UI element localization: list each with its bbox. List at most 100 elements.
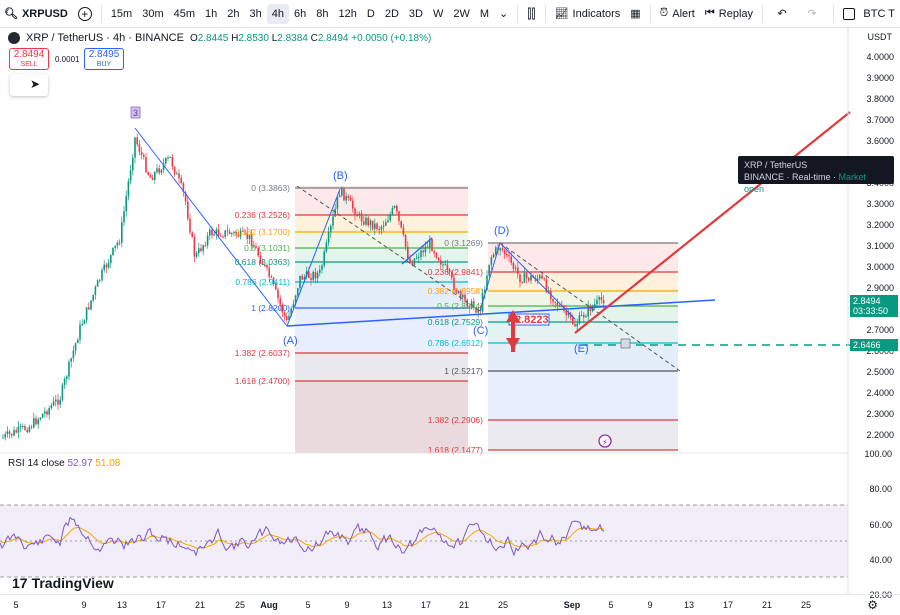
- compare-symbol-toggle[interactable]: BTC T: [838, 0, 900, 28]
- rsi-value: 52.97: [67, 458, 93, 469]
- candle-body: [286, 316, 288, 321]
- symbol-search-button[interactable]: 🔍︎ XRPUSD: [0, 0, 73, 28]
- alarm-clock-icon: ⏰︎: [659, 7, 669, 19]
- interval-8h[interactable]: 8h: [311, 0, 333, 28]
- search-icon: 🔍︎: [4, 8, 18, 20]
- symbol-label: XRPUSD: [21, 7, 68, 20]
- open-value: 2.8445: [197, 32, 229, 44]
- spread-value: 0.0001: [55, 55, 80, 64]
- indicators-button[interactable]: 📈︎ Indicators: [550, 0, 626, 28]
- interval-3h[interactable]: 3h: [245, 0, 267, 28]
- divider: [517, 4, 519, 23]
- interval-d[interactable]: D: [362, 0, 380, 28]
- candle-body: [24, 425, 26, 430]
- current-price: 2.8494: [853, 296, 881, 306]
- cursor-tool-button[interactable]: ➤: [10, 74, 48, 96]
- candle-body: [121, 222, 123, 243]
- rsi-axis-label: 100.00: [864, 449, 892, 459]
- candle-body: [171, 156, 174, 167]
- candle-body: [68, 361, 70, 377]
- candle-body: [552, 299, 554, 302]
- candle-body: [138, 144, 141, 153]
- price-axis[interactable]: USDT 4.00003.90003.80003.70003.60003.500…: [848, 28, 900, 459]
- candle-body: [222, 236, 224, 238]
- rsi-legend[interactable]: RSI 14 close 52.97 51.08: [8, 458, 120, 469]
- candle-body: [123, 211, 125, 223]
- chart-type-button[interactable]: ⫿⫿: [522, 0, 540, 28]
- candle-body: [149, 174, 152, 178]
- fib2-level-label: 0.5 (2.8244): [437, 301, 483, 311]
- replay-button[interactable]: ⏮︎ Replay: [700, 0, 758, 28]
- candle-body: [314, 271, 317, 279]
- candle-body: [367, 217, 369, 226]
- candle-body: [151, 177, 154, 180]
- candle-body: [556, 302, 559, 306]
- interval-15m[interactable]: 15m: [106, 0, 137, 28]
- chart-legend: XRP / TetherUS · 4h · BINANCE O2.8445 H2…: [8, 32, 431, 44]
- redo-button[interactable]: ↷: [797, 0, 827, 28]
- candle-body: [44, 411, 46, 414]
- interval-30m[interactable]: 30m: [137, 0, 168, 28]
- fib1-zone: [295, 353, 468, 381]
- time-axis-label: 5: [608, 600, 614, 610]
- candle-body: [206, 235, 209, 246]
- price-chart[interactable]: 2.8223 (A) (B) (C) (D) (E) 3 0 (3.3863)0…: [0, 28, 900, 594]
- time-axis[interactable]: 5 9 13 17 21 25 Aug 5 9 13 17 21 25 Sep 5 9 13 17 21 25 ⚙: [0, 594, 900, 615]
- candle-body: [92, 294, 94, 301]
- open-key: O: [189, 32, 198, 44]
- candle-body: [4, 434, 6, 438]
- interval-2w[interactable]: 2W: [448, 0, 475, 28]
- tradingview-logo[interactable]: 17 TradingView: [12, 575, 114, 591]
- layouts-button[interactable]: ▦: [625, 0, 645, 28]
- candle-body: [114, 245, 116, 248]
- top-toolbar: 🔍︎ XRPUSD + 15m 30m 45m 1h 2h 3h 4h 6h 8…: [0, 0, 900, 28]
- compare-label: BTC T: [863, 7, 895, 20]
- gear-icon[interactable]: ⚙: [867, 598, 878, 612]
- candle-body: [33, 418, 35, 428]
- fib2-zone: [488, 371, 678, 420]
- alert-button[interactable]: ⏰︎ Alert: [655, 0, 700, 28]
- interval-2h[interactable]: 2h: [222, 0, 244, 28]
- candle-body: [50, 405, 53, 409]
- candle-body: [578, 315, 581, 324]
- candle-body: [28, 426, 31, 433]
- interval-m[interactable]: M: [475, 0, 494, 28]
- rsi-pane: [0, 504, 848, 578]
- sell-button[interactable]: 2.8494 SELL: [9, 48, 49, 70]
- fib2-level-label: 0.786 (2.6512): [428, 338, 483, 348]
- candle-body: [424, 246, 427, 253]
- interval-2d[interactable]: 2D: [380, 0, 404, 28]
- price-axis-label: 4.0000: [866, 52, 894, 62]
- candle-body: [444, 264, 446, 266]
- candle-body: [30, 426, 33, 428]
- interval-45m[interactable]: 45m: [169, 0, 200, 28]
- candle-body: [541, 275, 543, 279]
- buy-button[interactable]: 2.8495 BUY: [84, 48, 124, 70]
- alert-label: Alert: [672, 7, 695, 20]
- interval-4h[interactable]: 4h: [266, 3, 290, 24]
- target-price-tag: 2.6466: [850, 339, 898, 351]
- interval-1h[interactable]: 1h: [200, 0, 222, 28]
- fib2-level-label: 0.236 (2.9841): [428, 267, 483, 277]
- fib1-level-label: 0 (3.3863): [251, 183, 290, 193]
- candle-body: [70, 358, 72, 362]
- candle-body: [402, 227, 405, 235]
- interval-12h[interactable]: 12h: [334, 0, 362, 28]
- interval-6h[interactable]: 6h: [289, 0, 311, 28]
- time-axis-label: 9: [647, 600, 653, 610]
- price-axis-label: 3.9000: [866, 73, 894, 83]
- candle-body: [517, 267, 519, 275]
- candle-body: [39, 417, 42, 420]
- interval-dropdown-button[interactable]: ⌄: [494, 0, 513, 28]
- candle-body: [83, 320, 86, 325]
- compare-add-button[interactable]: +: [73, 0, 97, 28]
- undo-button[interactable]: ↶: [767, 0, 797, 28]
- candle-body: [336, 197, 339, 209]
- time-axis-label: 13: [683, 600, 695, 610]
- candle-body: [167, 157, 169, 159]
- candle-body: [413, 258, 416, 265]
- currency-label[interactable]: USDT: [868, 32, 893, 42]
- interval-3d[interactable]: 3D: [404, 0, 428, 28]
- buy-price: 2.8495: [88, 49, 120, 60]
- interval-w[interactable]: W: [428, 0, 448, 28]
